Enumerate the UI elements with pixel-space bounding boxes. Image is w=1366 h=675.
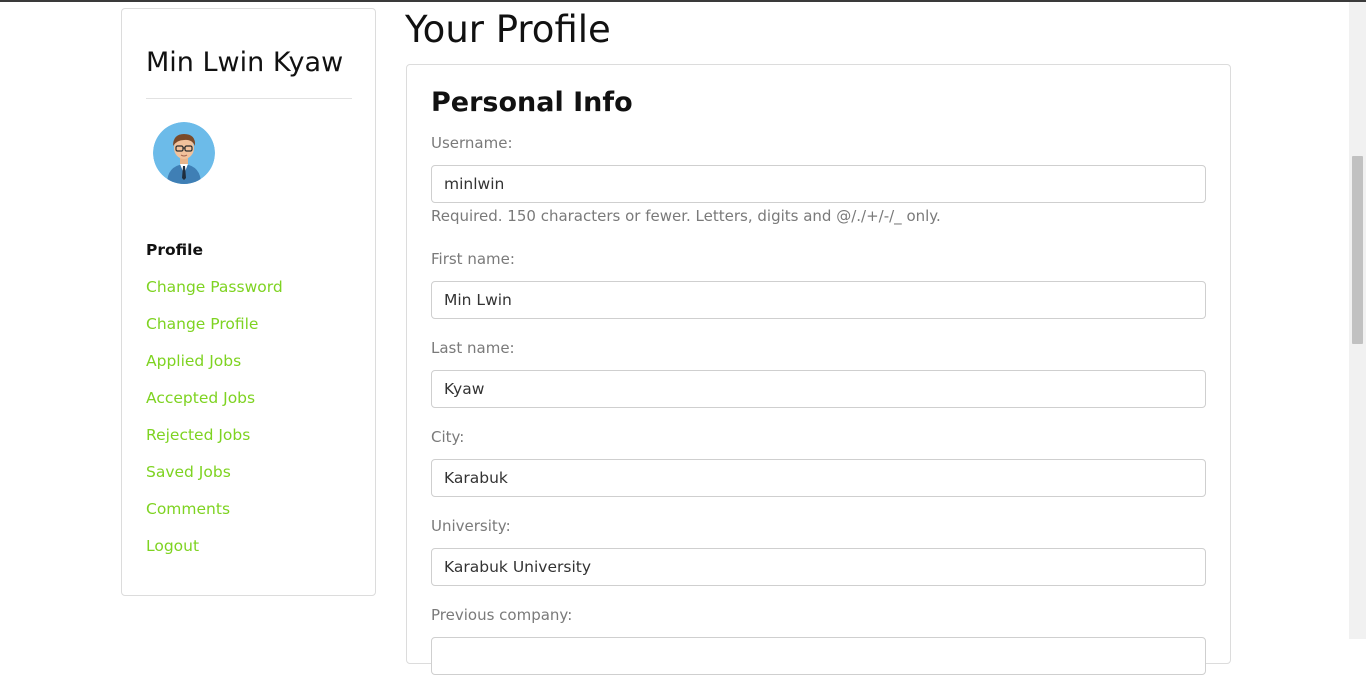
first-name-input[interactable] bbox=[431, 281, 1206, 319]
city-input[interactable] bbox=[431, 459, 1206, 497]
sidebar-item-accepted-jobs[interactable]: Accepted Jobs bbox=[146, 389, 283, 426]
username-label: Username: bbox=[431, 134, 513, 152]
last-name-input[interactable] bbox=[431, 370, 1206, 408]
sidebar-item-change-profile[interactable]: Change Profile bbox=[146, 315, 283, 352]
personal-info-card: Personal Info Username: Required. 150 ch… bbox=[406, 64, 1231, 675]
previous-company-input[interactable] bbox=[431, 637, 1206, 675]
sidebar-item-saved-jobs[interactable]: Saved Jobs bbox=[146, 463, 283, 500]
sidebar-item-applied-jobs[interactable]: Applied Jobs bbox=[146, 352, 283, 389]
card-title: Personal Info bbox=[431, 87, 633, 118]
sidebar-item-logout[interactable]: Logout bbox=[146, 537, 283, 574]
avatar bbox=[153, 122, 215, 184]
user-name: Min Lwin Kyaw bbox=[146, 47, 344, 78]
sidebar-item-comments[interactable]: Comments bbox=[146, 500, 283, 537]
previous-company-label: Previous company: bbox=[431, 606, 573, 624]
profile-sidebar: Min Lwin Kyaw Profile Change Password Ch… bbox=[121, 8, 376, 596]
username-help-text: Required. 150 characters or fewer. Lette… bbox=[431, 207, 941, 225]
sidebar-item-change-password[interactable]: Change Password bbox=[146, 278, 283, 315]
page-title: Your Profile bbox=[405, 8, 611, 51]
sidebar-item-profile[interactable]: Profile bbox=[146, 241, 283, 278]
sidebar-item-rejected-jobs[interactable]: Rejected Jobs bbox=[146, 426, 283, 463]
page-scrollbar[interactable] bbox=[1349, 2, 1366, 639]
sidebar-nav: Profile Change Password Change Profile A… bbox=[146, 241, 283, 574]
divider bbox=[146, 98, 352, 99]
university-input[interactable] bbox=[431, 548, 1206, 586]
university-label: University: bbox=[431, 517, 511, 535]
first-name-label: First name: bbox=[431, 250, 515, 268]
username-input[interactable] bbox=[431, 165, 1206, 203]
top-border bbox=[0, 0, 1366, 2]
scrollbar-thumb[interactable] bbox=[1352, 156, 1363, 344]
last-name-label: Last name: bbox=[431, 339, 515, 357]
user-avatar-icon bbox=[153, 122, 215, 184]
city-label: City: bbox=[431, 428, 465, 446]
